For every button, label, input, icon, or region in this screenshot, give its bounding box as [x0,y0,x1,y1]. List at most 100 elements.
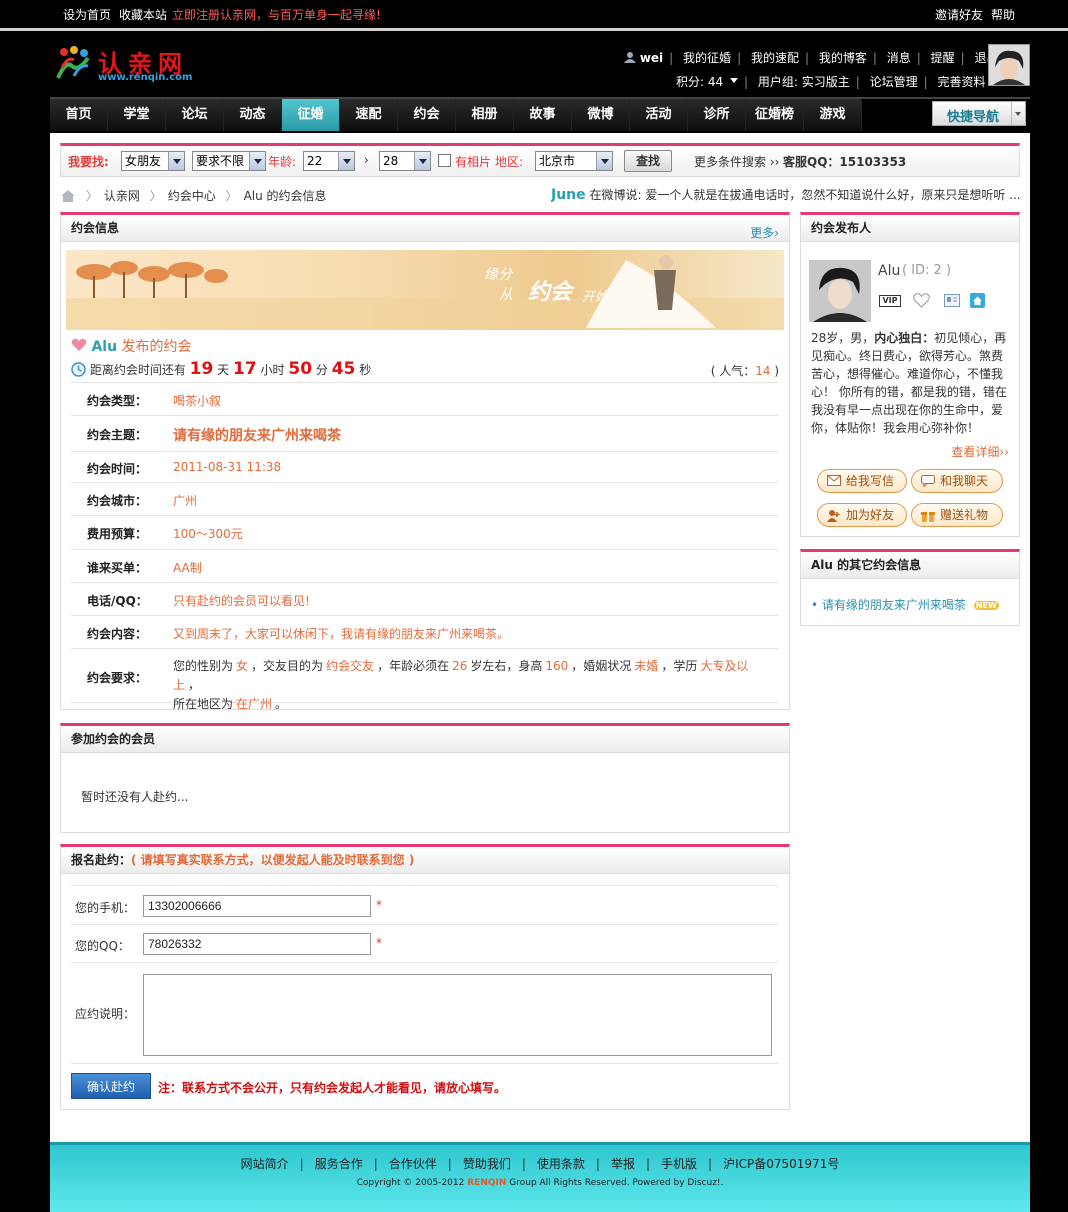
poster-panel-header: 约会发布人 [801,215,1019,242]
signup-divider-1 [71,885,778,886]
date-info-panel: 约会信息 更多› 缘分 从 约会 开始 Alu 发布的约会 距离约会时间还有 1… [60,212,790,711]
nav-item-4[interactable]: 征婚 [282,99,340,131]
poster-name[interactable]: Alu [91,339,117,355]
age-from-select[interactable]: 22 [303,151,355,171]
site-logo[interactable]: 认亲网 www.renqin.com [52,44,202,88]
ticker-user[interactable]: June [551,187,586,203]
nav-item-9[interactable]: 微博 [572,99,630,131]
chat-icon [921,475,935,487]
nav-item-0[interactable]: 首页 [50,99,108,131]
complete-profile-link[interactable]: 完善资料 [937,75,985,89]
profile-card-icon[interactable] [944,294,960,310]
detail-row: 约会主题： 请有缘的朋友来广州来喝茶 [71,416,778,452]
area-select[interactable]: 北京市 [535,151,613,171]
register-promo-link[interactable]: 立即注册认亲网，与百万单身一起寻缘! [172,6,381,23]
more-link[interactable]: 更多› [750,220,779,246]
qq-input[interactable] [143,933,371,955]
more-search-link[interactable]: 更多条件搜索 ›› [694,153,779,170]
footer-copyright: Copyright © 2005-2012 RENQIN Group All R… [356,1178,724,1188]
nav-item-8[interactable]: 故事 [514,99,572,131]
target-select[interactable]: 女朋友 [121,151,185,171]
poster-suffix: 发布的约会 [121,339,192,355]
confirm-signup-button[interactable]: 确认赴约 [71,1073,151,1099]
footer-link[interactable]: 网站简介 [241,1157,289,1171]
footer-link[interactable]: 举报 [611,1157,635,1171]
nav-item-11[interactable]: 诊所 [688,99,746,131]
poster-avatar[interactable] [809,260,871,322]
note-textarea[interactable] [143,974,772,1056]
countdown-minutes: 50 [288,359,313,379]
detail-row: 约会类型： 喝茶小叙 [71,383,778,416]
req-p8: 所在地区为 [173,697,234,711]
nav-item-13[interactable]: 游戏 [804,99,862,131]
nav-item-7[interactable]: 相册 [456,99,514,131]
footer-links: 网站简介 | 服务合作 | 合作伙伴 | 赞助我们 | 使用条款 | 举报 | 手机版 | 沪ICP备075… [50,1155,1030,1172]
footer-link[interactable]: 合作伙伴 [389,1157,437,1171]
photo-checkbox[interactable] [438,154,451,167]
home-page-icon[interactable] [970,293,985,311]
phone-input[interactable] [143,895,371,917]
detail-value: AA制 [173,561,202,575]
poster-heading: Alu 发布的约会 [71,336,192,356]
invite-friends-link[interactable]: 邀请好友 [935,6,983,23]
my-zhenghun-link[interactable]: 我的征婚 [683,51,731,65]
view-details-link[interactable]: 查看详细›› [951,443,1009,460]
send-gift-button[interactable]: 赠送礼物 [911,503,1003,527]
usergroup-link[interactable]: 用户组: 实习版主 [758,75,850,89]
nav-item-10[interactable]: 活动 [630,99,688,131]
signup-header: 报名赴约：( 请填写真实联系方式，以便发起人能及时联系到您 ) [61,847,789,874]
top-bar: 设为首页 收藏本站 立即注册认亲网，与百万单身一起寻缘! 邀请好友 帮助 [0,0,1068,28]
signup-divider-4 [71,1063,778,1064]
detail-key: 约会类型： [87,394,148,408]
footer-link[interactable]: 服务合作 [315,1157,363,1171]
poster-bio: 28岁，男，内心独白：初见倾心，再见痴心。终日费心，欲得芳心。煞费苦心，想得催心… [811,331,1007,435]
breadcrumb-home[interactable]: 认亲网 [104,189,140,203]
nav-item-2[interactable]: 论坛 [166,99,224,131]
nav-item-6[interactable]: 约会 [398,99,456,131]
footer-link[interactable]: 沪ICP备07501971号 [723,1157,839,1171]
detail-row: 谁来买单： AA制 [71,550,778,583]
footer-separator: | [299,1157,304,1171]
set-home-link[interactable]: 设为首页 [63,6,111,23]
footer-link[interactable]: 使用条款 [537,1157,585,1171]
quick-nav-button[interactable]: 快捷导航 [932,101,1026,126]
poster-panel-name[interactable]: Alu [878,263,900,279]
points-dropdown[interactable]: 积分: 44 [676,75,723,89]
messages-link[interactable]: 消息 [887,51,911,65]
footer-link[interactable]: 手机版 [661,1157,697,1171]
requirements-text: 您的性别为女，交友目的为 约会交友 ，年龄必须在 26 岁左右，身高 160 ，婚姻状况 未婚… [173,657,773,714]
vip-badge: VIP [879,295,901,307]
home-icon[interactable] [60,189,76,202]
search-label: 我要找: [68,155,109,169]
my-suppei-link[interactable]: 我的速配 [751,51,799,65]
detail-value: 广州 [173,494,198,508]
footer-separator: | [447,1157,452,1171]
nav-item-12[interactable]: 征婚榜 [746,99,804,131]
add-friend-icon [827,510,840,522]
age-to-select[interactable]: 28 [379,151,431,171]
search-submit-button[interactable]: 查找 [624,150,672,172]
breadcrumb-center[interactable]: 约会中心 [168,189,216,203]
nav-item-1[interactable]: 学堂 [108,99,166,131]
username-link[interactable]: wei [640,51,663,65]
members-panel: 参加约会的会员 暂时还没有人赴约... [60,723,790,833]
bookmark-link[interactable]: 收藏本站 [119,6,167,23]
heart-icon [71,338,87,352]
footer-separator: | [595,1157,600,1171]
heart-outline-icon[interactable] [913,293,930,311]
footer-link[interactable]: 赞助我们 [463,1157,511,1171]
send-mail-button[interactable]: 给我写信 [817,469,907,493]
user-avatar[interactable] [988,44,1030,86]
weibo-ticker[interactable]: June 在微博说: 爱一个人就是在拔通电话时，忽然不知道说什么好，原来只是想听… [551,186,1021,203]
help-link[interactable]: 帮助 [991,6,1015,23]
other-date-item[interactable]: • 请有缘的朋友来广州来喝茶 NEW [811,596,999,613]
reminders-link[interactable]: 提醒 [931,51,955,65]
nav-item-5[interactable]: 速配 [340,99,398,131]
add-friend-button[interactable]: 加为好友 [817,503,907,527]
nav-item-3[interactable]: 动态 [224,99,282,131]
requirement-select[interactable]: 要求不限 [192,151,266,171]
my-blog-link[interactable]: 我的博客 [819,51,867,65]
forum-admin-link[interactable]: 论坛管理 [870,75,918,89]
other-dates-panel: Alu 的其它约会信息 • 请有缘的朋友来广州来喝茶 NEW [800,549,1020,626]
chat-button[interactable]: 和我聊天 [911,469,1003,493]
